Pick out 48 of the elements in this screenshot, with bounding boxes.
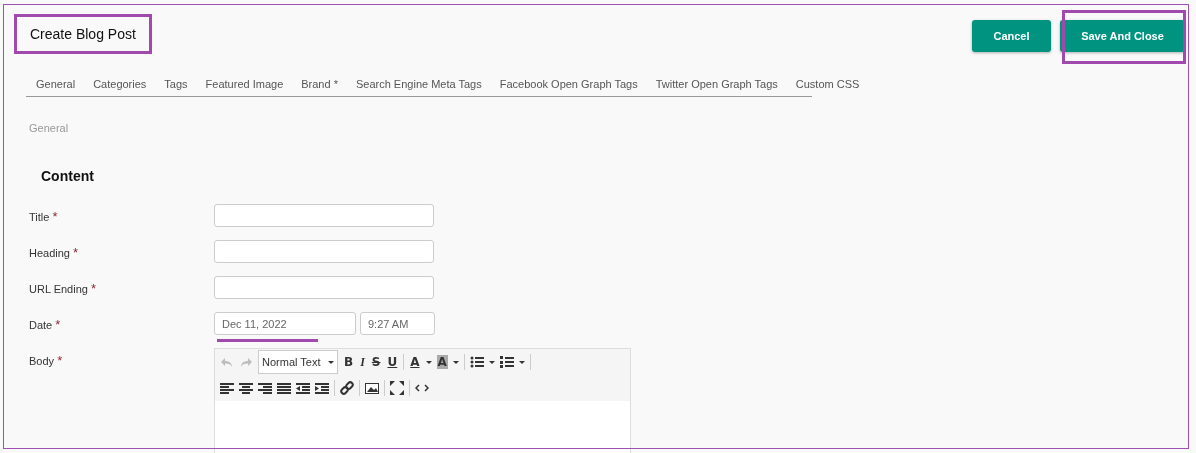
- field-label: Date *: [29, 316, 62, 332]
- field-label: Heading *: [29, 244, 80, 260]
- image-icon[interactable]: [365, 381, 379, 395]
- tab[interactable]: Featured Image: [205, 78, 284, 90]
- section-heading: Content: [41, 168, 95, 184]
- caret-icon: [488, 360, 495, 364]
- tab[interactable]: Twitter Open Graph Tags: [655, 78, 778, 90]
- bullet-list-icon[interactable]: [469, 355, 484, 369]
- strikethrough-button[interactable]: S: [370, 355, 382, 369]
- align-center-icon[interactable]: [239, 381, 253, 395]
- underline-button[interactable]: U: [386, 355, 399, 369]
- font-color-button[interactable]: A: [409, 355, 421, 369]
- link-icon[interactable]: [340, 381, 354, 395]
- italic-button[interactable]: I: [359, 354, 366, 370]
- caret-icon: [518, 360, 525, 364]
- align-left-icon[interactable]: [220, 381, 234, 395]
- outdent-icon[interactable]: [296, 381, 310, 395]
- bold-button[interactable]: B: [343, 355, 355, 369]
- page-title: Create Blog Post: [14, 14, 152, 54]
- tab[interactable]: Brand *: [301, 78, 338, 90]
- save-button[interactable]: Save And Close: [1060, 20, 1185, 52]
- field-label: Body *: [29, 352, 64, 368]
- section-label: General: [29, 122, 70, 134]
- input-field[interactable]: [214, 276, 434, 299]
- fullscreen-icon[interactable]: [390, 381, 404, 395]
- caret-icon: [328, 360, 334, 364]
- numbered-list-icon[interactable]: [499, 355, 514, 369]
- indent-icon[interactable]: [315, 381, 329, 395]
- justify-icon[interactable]: [277, 381, 291, 395]
- format-dropdown[interactable]: Normal Text: [258, 350, 338, 374]
- align-right-icon[interactable]: [258, 381, 272, 395]
- rich-text-editor[interactable]: Normal Text B I S U A A: [214, 348, 631, 453]
- date-field[interactable]: Dec 11, 2022: [214, 312, 356, 335]
- input-field[interactable]: [214, 240, 434, 263]
- tab[interactable]: Facebook Open Graph Tags: [499, 78, 638, 90]
- tab[interactable]: Custom CSS: [795, 78, 860, 90]
- highlight-color-button[interactable]: A: [436, 355, 448, 369]
- caret-icon: [425, 360, 432, 364]
- field-label: URL Ending *: [29, 280, 98, 296]
- input-field[interactable]: [214, 204, 434, 227]
- tab[interactable]: Tags: [164, 78, 188, 90]
- tab[interactable]: Search Engine Meta Tags: [355, 78, 482, 90]
- caret-icon: [452, 360, 459, 364]
- tab[interactable]: Categories: [93, 78, 147, 90]
- field-label: Title *: [29, 208, 59, 224]
- time-field[interactable]: 9:27 AM: [360, 312, 435, 335]
- cancel-button[interactable]: Cancel: [972, 20, 1051, 52]
- tab[interactable]: General: [36, 78, 76, 90]
